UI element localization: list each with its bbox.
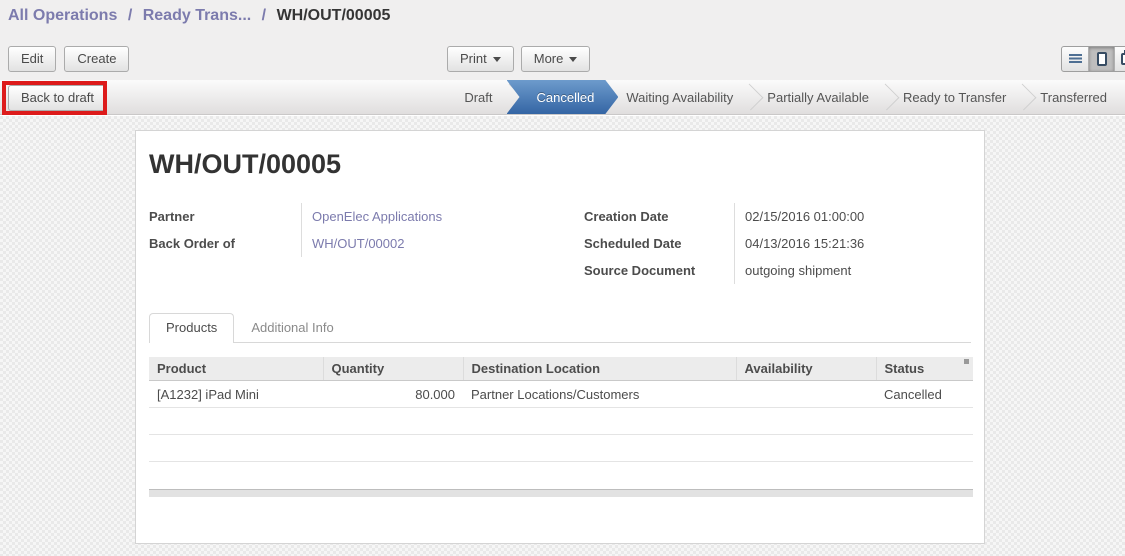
- creation-date-label: Creation Date: [584, 203, 734, 230]
- cell-quantity: 80.000: [323, 381, 463, 408]
- breadcrumb-current: WH/OUT/00005: [277, 7, 391, 24]
- state-ready-to-transfer[interactable]: Ready to Transfer: [889, 80, 1020, 114]
- form-view-button[interactable]: [1088, 47, 1114, 71]
- empty-row: [149, 408, 973, 435]
- source-document-value: outgoing shipment: [734, 257, 914, 284]
- empty-row: [149, 435, 973, 462]
- state-transferred[interactable]: Transferred: [1026, 80, 1121, 114]
- list-view-button[interactable]: [1062, 47, 1088, 71]
- caret-down-icon: [569, 57, 577, 62]
- action-buttons: Print More: [447, 46, 590, 72]
- view-switcher: [1061, 46, 1125, 72]
- breadcrumb: All Operations / Ready Trans... / WH/OUT…: [8, 7, 390, 25]
- form-sheet: WH/OUT/00005 Partner OpenElec Applicatio…: [135, 130, 985, 544]
- state-partially-available[interactable]: Partially Available: [753, 80, 883, 114]
- statusbar: Draft Cancelled Waiting Availability Par…: [450, 80, 1121, 114]
- breadcrumb-separator: /: [128, 7, 132, 24]
- column-header-destination-location[interactable]: Destination Location: [463, 357, 736, 381]
- cell-availability: [736, 381, 876, 408]
- tab-additional-info[interactable]: Additional Info: [234, 313, 350, 342]
- notebook-tabs: Products Additional Info: [149, 314, 971, 343]
- form-canvas: WH/OUT/00005 Partner OpenElec Applicatio…: [0, 116, 1125, 556]
- column-header-product[interactable]: Product: [149, 357, 323, 381]
- form-icon: [1097, 52, 1107, 66]
- list-footer-bar: [149, 489, 973, 497]
- tab-products[interactable]: Products: [149, 313, 234, 343]
- column-header-availability[interactable]: Availability: [736, 357, 876, 381]
- more-dropdown-button[interactable]: More: [521, 46, 591, 72]
- state-cancelled[interactable]: Cancelled: [507, 80, 619, 114]
- cell-status: Cancelled: [876, 381, 973, 408]
- products-list: Product Quantity Destination Location Av…: [149, 357, 971, 497]
- breadcrumb-all-operations[interactable]: All Operations: [8, 7, 117, 24]
- back-order-of-value-link[interactable]: WH/OUT/00002: [301, 230, 584, 257]
- record-buttons: Edit Create: [8, 46, 129, 72]
- top-chrome: All Operations / Ready Trans... / WH/OUT…: [0, 0, 1125, 115]
- products-table: Product Quantity Destination Location Av…: [149, 357, 973, 489]
- create-button[interactable]: Create: [64, 46, 129, 72]
- column-selector-icon[interactable]: [964, 359, 969, 364]
- list-icon: [1069, 54, 1082, 64]
- source-document-label: Source Document: [584, 257, 734, 284]
- caret-down-icon: [493, 57, 501, 62]
- table-row[interactable]: [A1232] iPad Mini 80.000 Partner Locatio…: [149, 381, 973, 408]
- edit-button[interactable]: Edit: [8, 46, 56, 72]
- back-order-of-label: Back Order of: [149, 230, 301, 257]
- cell-destination-location: Partner Locations/Customers: [463, 381, 736, 408]
- partner-value-link[interactable]: OpenElec Applications: [301, 203, 584, 230]
- calendar-icon: [1121, 53, 1125, 65]
- partner-label: Partner: [149, 203, 301, 230]
- cell-product: [A1232] iPad Mini: [149, 381, 323, 408]
- breadcrumb-ready-transfers[interactable]: Ready Trans...: [143, 7, 252, 24]
- page-title: WH/OUT/00005: [149, 149, 971, 181]
- left-field-group: Partner OpenElec Applications Back Order…: [149, 203, 584, 284]
- column-header-quantity[interactable]: Quantity: [323, 357, 463, 381]
- state-waiting-availability[interactable]: Waiting Availability: [612, 80, 747, 114]
- scheduled-date-value: 04/13/2016 15:21:36: [734, 230, 914, 257]
- right-field-group: Creation Date 02/15/2016 01:00:00 Schedu…: [584, 203, 914, 284]
- creation-date-value: 02/15/2016 01:00:00: [734, 203, 914, 230]
- empty-row: [149, 462, 973, 489]
- breadcrumb-separator: /: [262, 7, 266, 24]
- status-row: Back to draft Draft Cancelled Waiting Av…: [0, 80, 1125, 115]
- column-header-status[interactable]: Status: [876, 357, 973, 381]
- back-to-draft-button[interactable]: Back to draft: [8, 85, 107, 111]
- scheduled-date-label: Scheduled Date: [584, 230, 734, 257]
- print-dropdown-button[interactable]: Print: [447, 46, 514, 72]
- field-groups: Partner OpenElec Applications Back Order…: [149, 203, 971, 284]
- table-header-row: Product Quantity Destination Location Av…: [149, 357, 973, 381]
- calendar-view-button[interactable]: [1114, 47, 1125, 71]
